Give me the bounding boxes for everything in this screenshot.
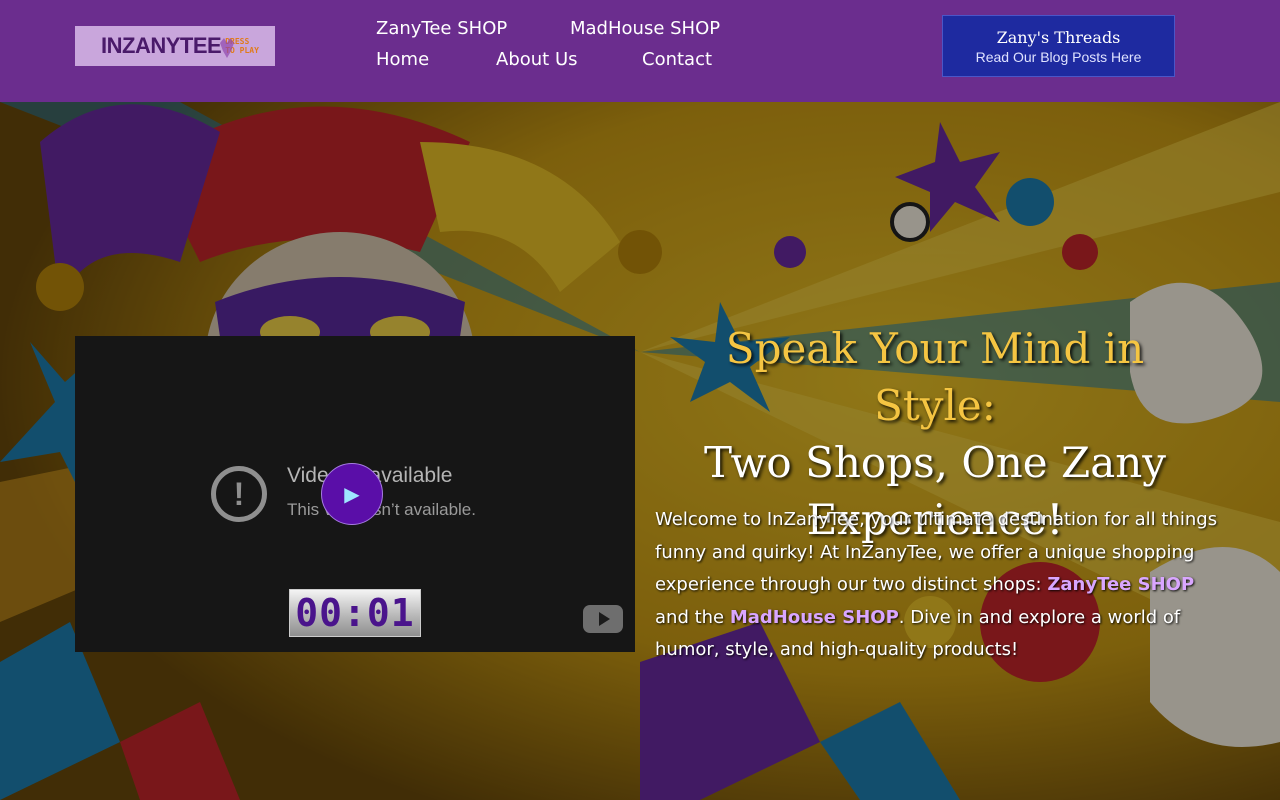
hero-section: ! Video unavailable This video isn’t ava… [0,102,1280,800]
youtube-logo-icon[interactable] [583,605,623,633]
nav-contact[interactable]: Contact [642,49,712,70]
headline-line2: Two Shops, One Zany [703,438,1167,487]
nav-home[interactable]: Home [376,49,429,70]
site-header: INZANYTEE DRESS TO PLAY ZanyTee SHOP Mad… [0,0,1280,102]
blog-button[interactable]: Zany's Threads Read Our Blog Posts Here [942,15,1175,77]
play-icon[interactable]: ▶ [321,463,383,525]
intro-link-madhouse-shop[interactable]: MadHouse SHOP [730,607,899,628]
blog-button-subtitle: Read Our Blog Posts Here [975,48,1142,65]
logo-wordmark: INZANYTEE [101,33,222,58]
nav-about-us[interactable]: About Us [496,49,578,70]
jester-emblem-icon [219,38,234,58]
hero-intro: Welcome to InZanyTee, your ultimate dest… [655,504,1225,667]
nav-madhouse-shop[interactable]: MadHouse SHOP [570,18,720,39]
embedded-video[interactable]: ! Video unavailable This video isn’t ava… [75,336,635,652]
nav-zanytee-shop[interactable]: ZanyTee SHOP [376,18,507,39]
video-timer: 00:01 [289,589,421,637]
intro-link-zanytee-shop[interactable]: ZanyTee SHOP [1047,574,1194,595]
main-nav: ZanyTee SHOP MadHouse SHOP Home About Us… [376,14,796,84]
intro-text-2: and the [655,606,730,628]
headline-line1: Speak Your Mind in Style: [725,324,1145,430]
alert-circle-icon: ! [211,466,267,522]
blog-button-title: Zany's Threads [996,27,1121,47]
site-logo[interactable]: INZANYTEE DRESS TO PLAY [75,26,275,66]
